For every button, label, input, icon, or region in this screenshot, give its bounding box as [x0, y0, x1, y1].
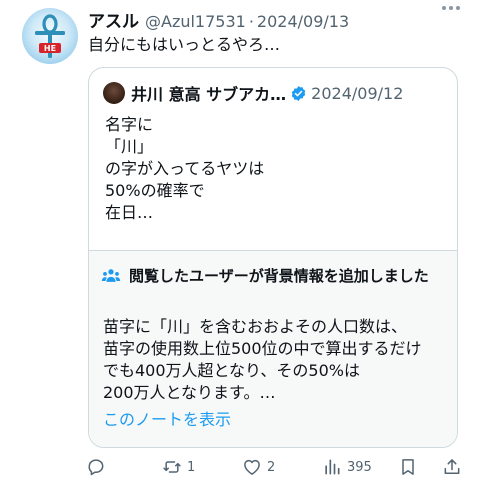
reply-button[interactable] [86, 457, 111, 477]
verified-badge-icon [291, 85, 306, 101]
retweet-button[interactable]: 1 [162, 457, 195, 477]
reply-icon [88, 459, 104, 476]
separator-dot: · [248, 12, 254, 31]
people-icon [101, 269, 121, 282]
tweet-text: 自分にもはいっとるやろ… [88, 35, 281, 54]
quote-date: 2024/09/12 [311, 83, 404, 103]
ankh-logo: HE [35, 14, 65, 58]
like-button[interactable]: 2 [242, 457, 275, 477]
note-body: 苗字に「川」を含むおおよその人口数は、 苗字の使用数上位500位の中で算出するだ… [103, 317, 422, 402]
like-count: 2 [267, 459, 276, 475]
bookmark-button[interactable] [398, 457, 418, 477]
heart-icon [244, 459, 260, 475]
views-button[interactable]: 395 [322, 457, 372, 477]
retweet-count: 1 [187, 459, 196, 475]
quoted-tweet[interactable]: 井川 意高 サブアカ… 2024/09/12 名字に 「川」 の字が入ってるヤツ… [88, 67, 458, 448]
views-bar-chart-icon [325, 459, 340, 475]
tweet-date[interactable]: 2024/09/13 [257, 12, 349, 31]
bookmark-icon [402, 459, 414, 475]
svg-text:HE: HE [44, 44, 56, 53]
note-header: 閲覧したユーザーが背景情報を追加しました [101, 265, 449, 287]
quote-header: 井川 意高 サブアカ… 2024/09/12 [103, 81, 403, 105]
community-note[interactable]: 閲覧したユーザーが背景情報を追加しました 苗字に「川」を含むおおよその人口数は、… [89, 250, 457, 447]
tweet-header: アスル @Azul17531 · 2024/09/13 [88, 7, 349, 32]
action-bar: 1 2 395 [86, 457, 466, 481]
share-button[interactable] [442, 457, 462, 477]
quote-text: 名字に 「川」 の字が入ってるヤツは 50%の確率で 在日… [105, 115, 265, 222]
more-options-icon[interactable] [442, 6, 460, 10]
author-name[interactable]: アスル [88, 7, 139, 32]
retweet-icon [163, 461, 181, 473]
quote-avatar [103, 82, 125, 104]
avatar[interactable]: HE [22, 8, 78, 64]
author-handle[interactable]: @Azul17531 [145, 12, 246, 31]
view-count: 395 [347, 459, 372, 475]
note-title: 閲覧したユーザーが背景情報を追加しました [129, 267, 429, 285]
view-note-link[interactable]: このノートを表示 [103, 406, 231, 430]
quote-author-name: 井川 意高 サブアカ… [131, 85, 287, 104]
share-icon [444, 459, 460, 474]
